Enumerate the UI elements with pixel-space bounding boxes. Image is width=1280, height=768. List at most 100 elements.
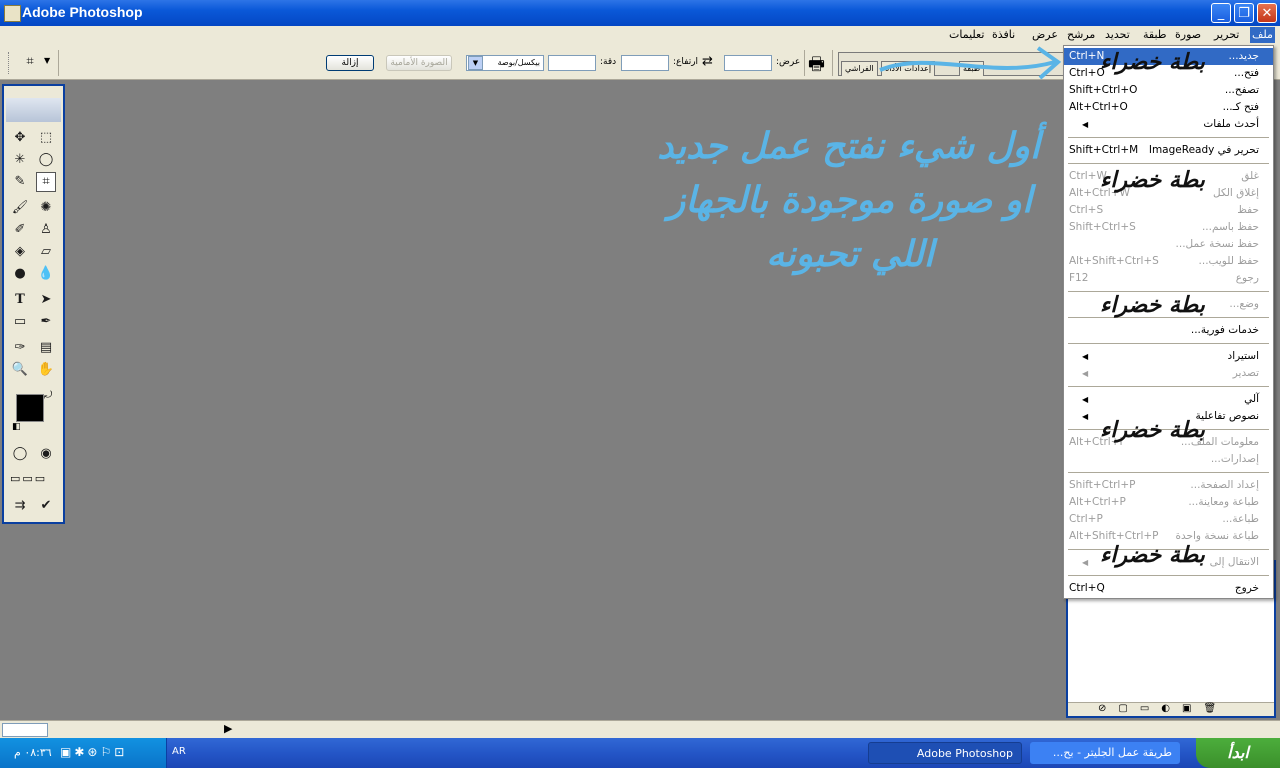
chevron-down-icon[interactable]: ▼ bbox=[468, 56, 483, 70]
menu-item-label: حفظ باسم... bbox=[1201, 221, 1259, 233]
healing-tool-icon[interactable]: ✺ bbox=[36, 198, 56, 218]
menu-item-label: تحرير في ImageReady bbox=[1148, 144, 1259, 156]
close-button[interactable]: ✕ bbox=[1257, 3, 1277, 23]
eraser-tool-icon[interactable]: ▱ bbox=[36, 242, 56, 262]
menu-separator bbox=[1068, 386, 1269, 387]
marquee-tool-icon[interactable]: ⬚ bbox=[36, 128, 56, 148]
annotation-line: او صورة موجودة بالجهاز bbox=[667, 180, 1033, 221]
blur-tool-icon[interactable]: 💧 bbox=[36, 264, 56, 284]
file-menu-item[interactable]: خروج Ctrl+Q bbox=[1064, 580, 1273, 597]
file-menu-item[interactable]: طباعة ومعاينة... Alt+Ctrl+P bbox=[1064, 494, 1273, 511]
type-tool-icon[interactable]: T bbox=[10, 290, 30, 310]
file-menu-item[interactable]: تصفح... Shift+Ctrl+O bbox=[1064, 82, 1273, 99]
menu-edit[interactable]: تحرير bbox=[1212, 27, 1241, 43]
restore-button[interactable]: ❐ bbox=[1234, 3, 1254, 23]
status-bar: ▶ bbox=[0, 720, 1280, 738]
menu-select[interactable]: تحديد bbox=[1103, 27, 1132, 43]
clear-button[interactable]: إزالة bbox=[326, 55, 374, 71]
file-menu-item[interactable]: استيراد ◀ bbox=[1064, 348, 1273, 365]
minimize-button[interactable]: _ bbox=[1211, 3, 1231, 23]
jump-to-imageready-icon[interactable]: ⇉ bbox=[10, 496, 30, 516]
menu-item-shortcut: Shift+Ctrl+M bbox=[1069, 144, 1139, 156]
file-menu-item[interactable]: تصدير ◀ bbox=[1064, 365, 1273, 382]
chevron-down-icon[interactable]: ▼ bbox=[44, 56, 50, 65]
slice-tool-icon[interactable]: ✎ bbox=[10, 172, 30, 192]
height-input[interactable] bbox=[621, 55, 669, 71]
file-menu-item[interactable]: تحرير في ImageReady Shift+Ctrl+M bbox=[1064, 142, 1273, 159]
submenu-arrow-icon: ◀ bbox=[1082, 120, 1089, 129]
crop-tool-preset-icon[interactable]: ⌗ bbox=[20, 52, 40, 72]
magic-wand-tool-icon[interactable]: ✳ bbox=[10, 150, 30, 170]
resolution-input[interactable] bbox=[548, 55, 596, 71]
eyedropper-tool-icon[interactable]: ✑ bbox=[10, 338, 30, 358]
brush-tool-icon[interactable]: 🖌 bbox=[10, 198, 30, 218]
grip-handle[interactable] bbox=[8, 52, 10, 74]
zoom-field[interactable] bbox=[2, 723, 48, 737]
burn-tool-icon[interactable]: ● bbox=[10, 264, 30, 284]
clone-stamp-tool-icon[interactable]: ♙ bbox=[36, 220, 56, 240]
menu-item-label: وضع... bbox=[1229, 298, 1259, 310]
crop-tool-icon[interactable]: ⌗ bbox=[36, 172, 56, 192]
menu-item-label: الانتقال إلى bbox=[1209, 556, 1259, 568]
path-selection-tool-icon[interactable]: ➤ bbox=[36, 290, 56, 310]
submenu-arrow-icon: ◀ bbox=[1082, 412, 1089, 421]
menu-layer[interactable]: طبقة bbox=[1141, 27, 1169, 43]
file-menu-item[interactable]: إعداد الصفحة... Shift+Ctrl+P bbox=[1064, 477, 1273, 494]
start-button[interactable]: ابدأ bbox=[1196, 738, 1280, 768]
menu-item-label: إغلاق الكل bbox=[1212, 187, 1259, 199]
paint-bucket-tool-icon[interactable]: ◈ bbox=[10, 242, 30, 262]
zoom-tool-icon[interactable]: 🔍 bbox=[10, 360, 30, 380]
file-menu-item[interactable]: حفظ نسخة عمل... bbox=[1064, 236, 1273, 253]
file-menu-dropdown: جديد... Ctrl+N فتح... Ctrl+O تصفح... Shift+Ct… bbox=[1063, 45, 1274, 599]
edit-in-imageready-icon[interactable]: ✔ bbox=[36, 496, 56, 516]
file-menu-item[interactable]: آلي ◀ bbox=[1064, 391, 1273, 408]
menu-file[interactable]: ملف bbox=[1250, 27, 1275, 43]
swap-colors-icon[interactable]: ⤾ bbox=[44, 390, 52, 401]
standard-mode-icon[interactable]: ◯ bbox=[10, 444, 30, 464]
feather-logo-icon[interactable] bbox=[6, 98, 61, 122]
quick-mask-mode-icon[interactable]: ◉ bbox=[36, 444, 56, 464]
file-menu-item[interactable]: فتح كـ... Alt+Ctrl+O bbox=[1064, 99, 1273, 116]
width-input[interactable] bbox=[724, 55, 772, 71]
foreground-color-swatch[interactable] bbox=[16, 394, 44, 422]
file-menu-item[interactable]: حفظ Ctrl+S bbox=[1064, 202, 1273, 219]
file-menu-item[interactable]: حفظ للويب... Alt+Shift+Ctrl+S bbox=[1064, 253, 1273, 270]
front-image-button[interactable]: الصورة الأمامية bbox=[386, 55, 452, 71]
notes-tool-icon[interactable]: ▤ bbox=[36, 338, 56, 358]
shape-tool-icon[interactable]: ▭ bbox=[10, 312, 30, 332]
menu-image[interactable]: صورة bbox=[1173, 27, 1203, 43]
swap-dimensions-icon[interactable]: ⇄ bbox=[702, 54, 713, 69]
tray-icons[interactable]: ▣✱⊛⚐⊡ bbox=[60, 745, 127, 759]
layers-palette-buttons[interactable]: ⊘▢▭◐▣🗑 bbox=[1068, 702, 1274, 716]
window-title-bar[interactable]: Adobe Photoshop _ ❐ ✕ bbox=[0, 0, 1280, 26]
annotation-line: اللي تحبونه bbox=[766, 234, 934, 275]
taskbar-button-label: طريقة عمل الجليتر - بح... bbox=[1052, 746, 1172, 759]
clock[interactable]: ٠٨:٣٦ م bbox=[14, 746, 52, 759]
printer-icon[interactable]: 🖶 bbox=[808, 52, 825, 82]
file-menu-item[interactable]: حفظ باسم... Shift+Ctrl+S bbox=[1064, 219, 1273, 236]
file-menu-item[interactable]: رجوع F12 bbox=[1064, 270, 1273, 287]
taskbar-button-photoshop[interactable]: Adobe Photoshop bbox=[868, 742, 1022, 764]
file-menu-item[interactable]: أحدث ملفات ◀ bbox=[1064, 116, 1273, 133]
menu-item-shortcut: Ctrl+Q bbox=[1069, 582, 1105, 594]
default-colors-icon[interactable]: ◧ bbox=[12, 422, 21, 432]
file-menu-item[interactable]: إصدارات... bbox=[1064, 451, 1273, 468]
menu-item-label: طباعة... bbox=[1222, 513, 1259, 525]
status-info bbox=[48, 723, 218, 735]
pen-tool-icon[interactable]: ✒ bbox=[36, 312, 56, 332]
hand-tool-icon[interactable]: ✋ bbox=[36, 360, 56, 380]
file-menu-item[interactable]: طباعة... Ctrl+P bbox=[1064, 511, 1273, 528]
options-divider bbox=[804, 50, 805, 76]
taskbar-button-browser[interactable]: طريقة عمل الجليتر - بح... bbox=[1030, 742, 1180, 764]
lasso-tool-icon[interactable]: ◯ bbox=[36, 150, 56, 170]
screen-mode-icons[interactable]: ▭▭▭ bbox=[10, 472, 60, 485]
history-brush-tool-icon[interactable]: ✐ bbox=[10, 220, 30, 240]
menu-item-label: رجوع bbox=[1235, 272, 1259, 284]
language-indicator[interactable]: AR bbox=[172, 746, 186, 757]
menu-item-shortcut: Shift+Ctrl+P bbox=[1069, 479, 1136, 491]
status-menu-arrow-icon[interactable]: ▶ bbox=[224, 722, 232, 735]
menu-item-label: جديد... bbox=[1228, 50, 1259, 62]
move-tool-icon[interactable]: ✥ bbox=[10, 128, 30, 148]
file-menu-item[interactable]: خدمات فورية... bbox=[1064, 322, 1273, 339]
menu-item-label: خروج bbox=[1234, 582, 1259, 594]
